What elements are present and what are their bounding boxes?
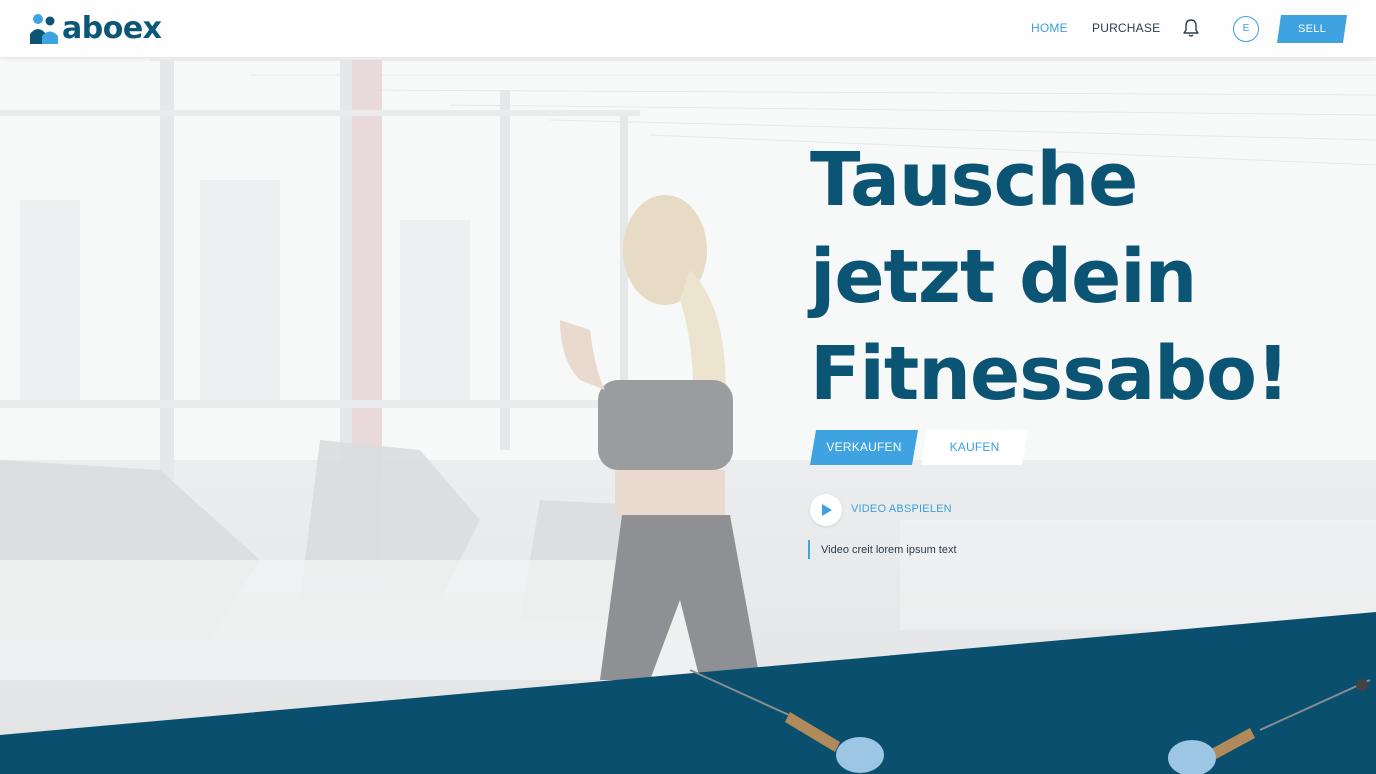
headline-line-1: Tausche	[810, 137, 1138, 223]
logo[interactable]: aboex	[28, 12, 162, 46]
logo-people-icon	[30, 14, 58, 44]
play-icon	[822, 504, 832, 516]
hero-headline: Tausche jetzt dein Fitnessabo!	[810, 132, 1330, 423]
top-navbar: aboex HOME PURCHASE E SELL	[0, 0, 1376, 57]
headline-line-3: Fitnessabo!	[810, 331, 1290, 417]
nav-purchase-link[interactable]: PURCHASE	[1092, 21, 1160, 35]
video-abspielen-link[interactable]: VIDEO ABSPIELEN	[851, 503, 952, 515]
kaufen-button[interactable]: KAUFEN	[921, 430, 1028, 465]
nav-home-link[interactable]: HOME	[1031, 21, 1068, 35]
play-video-button[interactable]	[810, 494, 842, 526]
verkaufen-button[interactable]: VERKAUFEN	[810, 430, 918, 465]
sell-button[interactable]: SELL	[1277, 15, 1347, 43]
user-avatar[interactable]: E	[1233, 16, 1259, 42]
bell-icon[interactable]	[1182, 18, 1200, 38]
headline-line-2: jetzt dein	[810, 234, 1197, 320]
video-credit-text: Video creit lorem ipsum text	[821, 544, 957, 556]
credit-accent-bar	[808, 540, 810, 559]
logo-text: aboex	[62, 11, 162, 46]
